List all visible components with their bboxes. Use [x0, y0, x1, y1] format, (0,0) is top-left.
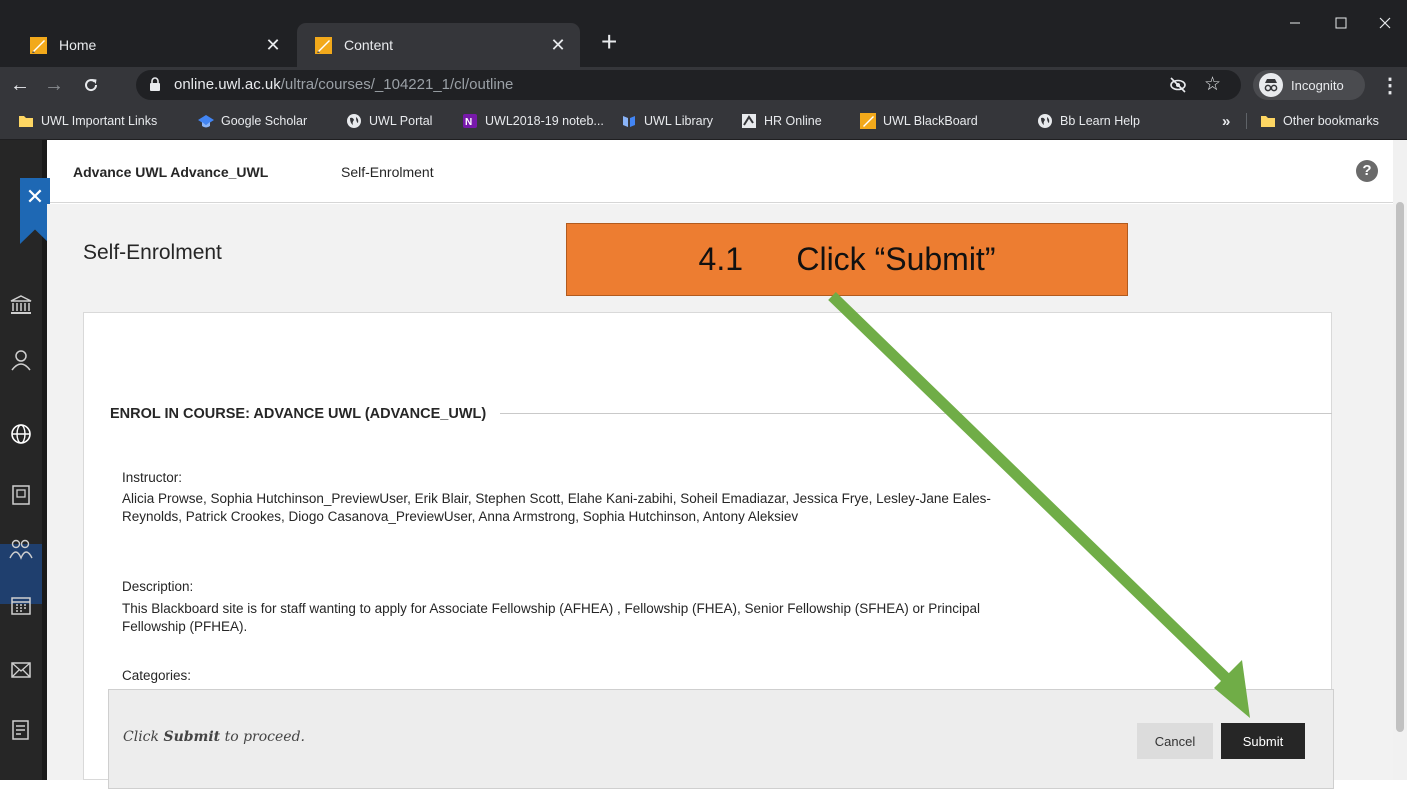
calendar-icon[interactable] — [0, 580, 42, 630]
callout-text: Click “Submit” — [796, 241, 996, 277]
maximize-button[interactable] — [1318, 0, 1364, 45]
submit-footer: Click Submit to proceed. Cancel Submit — [108, 689, 1334, 789]
close-window-button[interactable] — [1362, 0, 1407, 45]
browser-toolbar: ← → online.uwl.ac.uk/ultra/courses/_1042… — [0, 67, 1407, 103]
description-text: This Blackboard site is for staff wantin… — [122, 601, 981, 634]
hint-emphasis: Submit — [163, 729, 221, 745]
hint-text: to proceed. — [220, 729, 306, 745]
globe-icon — [347, 114, 361, 128]
bookmark-bb-learn-help[interactable]: Bb Learn Help — [1037, 111, 1140, 131]
institution-icon[interactable] — [0, 280, 42, 330]
url-text: online.uwl.ac.uk/ultra/courses/_104221_1… — [174, 76, 513, 93]
groups-icon[interactable] — [0, 524, 42, 574]
bookmark-uwl-important-links[interactable]: UWL Important Links — [18, 111, 157, 131]
callout-step-number: 4.1 — [698, 241, 743, 277]
bookmark-uwl-portal[interactable]: UWL Portal — [346, 111, 432, 131]
bookmark-star-icon[interactable]: ☆ — [1204, 73, 1221, 96]
course-name[interactable]: Advance UWL Advance_UWL — [73, 164, 268, 180]
bookmarks-bar: UWL Important Links Google Scholar UWL P… — [0, 103, 1407, 140]
help-icon[interactable]: ? — [1356, 160, 1378, 182]
bookmark-label: UWL2018-19 noteb... — [485, 114, 604, 128]
lock-icon — [149, 77, 161, 97]
incognito-icon — [1259, 73, 1283, 97]
cancel-button[interactable]: Cancel — [1137, 723, 1213, 759]
bookmark-label: UWL Portal — [369, 114, 433, 128]
page-scrollbar[interactable] — [1393, 140, 1407, 780]
bookmarks-overflow-button[interactable]: » — [1222, 111, 1230, 131]
tab-title: Home — [59, 37, 97, 53]
folder-icon — [1261, 116, 1275, 127]
bookmark-label: UWL Important Links — [41, 114, 158, 128]
bookmark-label: UWL Library — [644, 114, 713, 128]
blackboard-favicon-icon — [30, 36, 47, 54]
library-icon — [623, 116, 635, 127]
graduation-cap-icon — [198, 115, 214, 128]
blackboard-icon — [860, 113, 876, 129]
bookmark-other-bookmarks[interactable]: Other bookmarks — [1260, 111, 1379, 131]
tab-content[interactable]: Content ✕ — [297, 23, 580, 67]
minimize-button[interactable] — [1272, 0, 1318, 45]
url-path: /ultra/courses/_104221_1/cl/outline — [280, 76, 514, 93]
bookmark-label: Google Scholar — [221, 114, 308, 128]
scrollbar-thumb[interactable] — [1396, 202, 1404, 732]
bookmark-label: HR Online — [764, 114, 822, 128]
footer-hint: Click Submit to proceed. — [123, 729, 305, 745]
url-host: online.uwl.ac.uk — [174, 76, 281, 93]
bookmark-uwl-library[interactable]: UWL Library — [621, 111, 713, 131]
instructor-label: Instructor: — [122, 470, 183, 485]
blackboard-favicon-icon — [315, 36, 332, 54]
svg-text:N: N — [465, 117, 472, 128]
breadcrumb-current-page: Self-Enrolment — [341, 164, 434, 180]
bookmark-label: Other bookmarks — [1283, 114, 1379, 128]
hr-icon — [742, 114, 756, 128]
submit-button[interactable]: Submit — [1221, 723, 1305, 759]
new-tab-button[interactable]: + — [601, 28, 617, 56]
courses-globe-icon[interactable] — [0, 409, 42, 459]
bookmark-label: Bb Learn Help — [1060, 114, 1140, 128]
page-title: Self-Enrolment — [83, 241, 222, 264]
onenote-icon: N — [463, 114, 477, 128]
globe-icon — [1038, 114, 1052, 128]
instructor-list: Alicia Prowse, Sophia Hutchinson_Preview… — [122, 491, 991, 524]
categories-label: Categories: — [122, 668, 192, 683]
hint-text: Click — [123, 729, 164, 745]
incognito-indicator[interactable]: Incognito — [1253, 70, 1365, 100]
bookmark-hr-online[interactable]: HR Online — [741, 111, 822, 131]
reload-button[interactable] — [76, 67, 106, 103]
bookmark-google-scholar[interactable]: Google Scholar — [198, 111, 307, 131]
forward-button[interactable]: → — [39, 67, 69, 103]
eye-off-icon[interactable] — [1169, 77, 1187, 98]
tab-close-icon[interactable]: ✕ — [263, 35, 283, 56]
browser-tab-strip: Home ✕ Content ✕ + — [0, 0, 1407, 67]
bookmark-uwl2018-19-notebook[interactable]: N UWL2018-19 noteb... — [462, 111, 604, 131]
bookmark-label: UWL BlackBoard — [883, 114, 978, 128]
folder-icon — [19, 116, 33, 127]
browser-menu-button[interactable]: ⋮ — [1375, 67, 1405, 103]
bookmarks-divider — [1246, 113, 1247, 129]
address-bar[interactable]: online.uwl.ac.uk/ultra/courses/_104221_1… — [136, 70, 1241, 100]
bookmark-uwl-blackboard[interactable]: UWL BlackBoard — [860, 111, 978, 131]
close-icon — [1379, 17, 1391, 28]
section-heading: ENROL IN COURSE: ADVANCE UWL (ADVANCE_UW… — [110, 406, 501, 422]
tab-close-icon[interactable]: ✕ — [548, 35, 568, 56]
description-label: Description: — [122, 579, 194, 594]
minimize-icon — [1290, 22, 1300, 23]
course-header: Advance UWL Advance_UWL Self-Enrolment ? — [47, 140, 1393, 203]
maximize-icon — [1335, 17, 1347, 28]
back-button[interactable]: ← — [5, 67, 35, 103]
reload-icon — [85, 79, 98, 92]
incognito-label: Incognito — [1291, 77, 1344, 93]
instruction-callout: 4.1 Click “Submit” — [566, 223, 1128, 296]
grades-icon[interactable] — [0, 705, 42, 755]
profile-icon[interactable] — [0, 335, 42, 385]
organizations-icon[interactable] — [0, 470, 42, 520]
tab-title: Content — [344, 37, 394, 53]
tab-home[interactable]: Home ✕ — [12, 23, 295, 67]
messages-icon[interactable] — [0, 645, 42, 695]
